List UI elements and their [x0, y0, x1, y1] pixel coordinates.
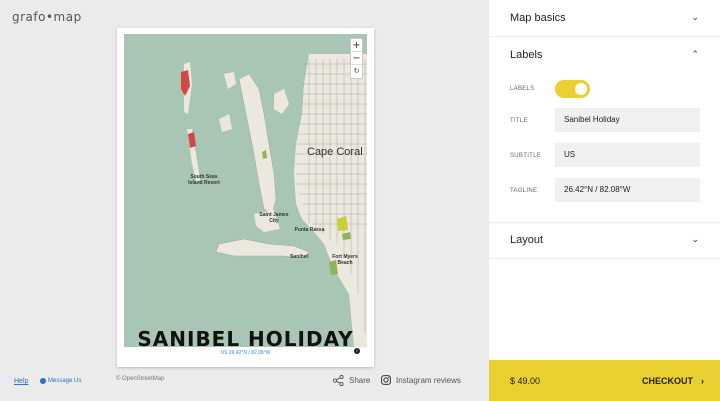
- section-layout[interactable]: Layout ⌄: [489, 222, 720, 258]
- checkout-bar[interactable]: $ 49.00 CHECKOUT ›: [489, 360, 720, 401]
- divider: [489, 258, 720, 259]
- map-label-cape-coral: Cape Coral: [307, 146, 363, 158]
- poster-preview: + − ↻ Cape Coral South Seas Island Resor…: [117, 28, 374, 367]
- tagline-field[interactable]: 26.42°N / 82.08°W: [555, 178, 700, 202]
- section-labels[interactable]: Labels ⌃: [489, 37, 720, 73]
- labels-toggle[interactable]: [555, 80, 590, 98]
- zoom-in-button[interactable]: +: [351, 39, 362, 52]
- instagram-reviews-link[interactable]: Instagram reviews: [381, 375, 461, 385]
- message-us-label: Message Us: [48, 378, 82, 384]
- help-link[interactable]: Help: [14, 378, 28, 385]
- chat-icon: [40, 378, 46, 384]
- subtitle-field[interactable]: US: [555, 143, 700, 167]
- instagram-label: Instagram reviews: [396, 375, 461, 385]
- reset-rotation-button[interactable]: ↻: [351, 65, 362, 78]
- message-us-link[interactable]: Message Us: [40, 378, 81, 384]
- share-label: Share: [349, 376, 371, 385]
- zoom-out-button[interactable]: −: [351, 52, 362, 65]
- map-label-fort-myers: Fort Myers Beach: [332, 254, 358, 266]
- title-label: TITLE: [510, 118, 528, 124]
- subtitle-label: SUBTITLE: [510, 153, 542, 159]
- chevron-down-icon: ⌄: [691, 235, 699, 245]
- app-logo[interactable]: grafo•map: [12, 10, 82, 24]
- section-title: Map basics: [510, 12, 566, 24]
- chevron-down-icon: ⌄: [691, 13, 699, 23]
- map-attribution[interactable]: © OpenStreetMap: [116, 376, 164, 382]
- section-map-basics[interactable]: Map basics ⌄: [489, 0, 720, 36]
- instagram-icon: [381, 375, 391, 385]
- tagline-label: TAGLINE: [510, 188, 538, 194]
- share-button[interactable]: Share: [333, 375, 370, 386]
- section-title: Layout: [510, 234, 544, 246]
- labels-toggle-label: LABELS: [510, 86, 535, 92]
- chevron-up-icon: ⌃: [691, 50, 699, 60]
- info-icon[interactable]: i: [354, 348, 360, 354]
- map-label-st-james: Saint James City: [259, 212, 289, 224]
- map-label-punta-rassa: Punta Rassa: [294, 227, 325, 233]
- checkout-button[interactable]: CHECKOUT ›: [642, 376, 704, 386]
- title-field[interactable]: Sanibel Holiday: [555, 108, 700, 132]
- settings-panel: Map basics ⌄ Labels ⌃ LABELS TITLE Sanib…: [489, 0, 720, 360]
- zoom-controls: + − ↻: [350, 38, 363, 79]
- toggle-knob: [575, 83, 587, 95]
- share-icon: [333, 375, 344, 386]
- poster-title: SANIBEL HOLIDAY: [137, 327, 354, 351]
- map-canvas[interactable]: + − ↻ Cape Coral South Seas Island Resor…: [124, 34, 367, 347]
- map-graphic: [124, 34, 367, 347]
- chevron-right-icon: ›: [701, 375, 704, 386]
- poster-tagline: US 26.42°N / 82.08°W: [220, 350, 271, 356]
- price: $ 49.00: [510, 375, 541, 386]
- map-label-sanibel: Sanibel: [290, 254, 308, 260]
- map-label-south-seas: South Seas Island Resort: [188, 174, 220, 186]
- section-title: Labels: [510, 49, 543, 61]
- checkout-label: CHECKOUT: [642, 375, 693, 386]
